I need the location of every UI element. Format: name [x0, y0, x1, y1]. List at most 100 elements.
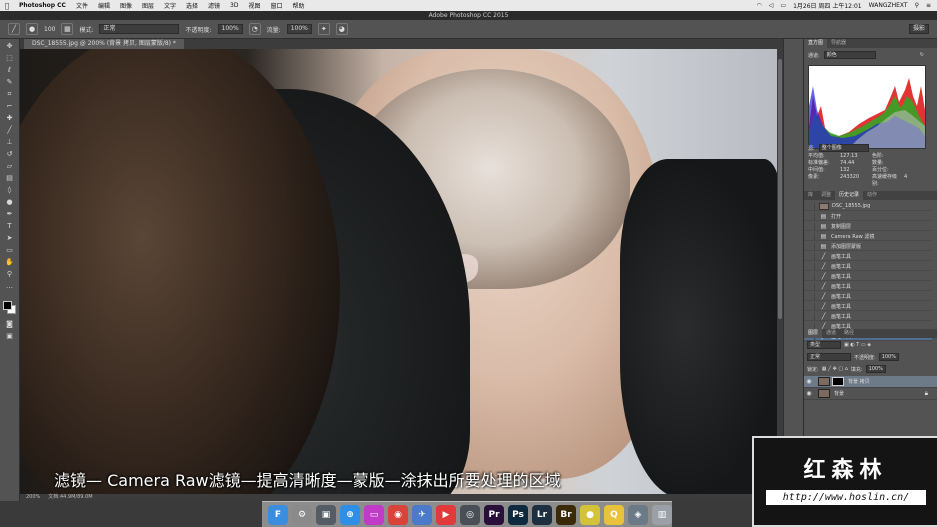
more-tools-icon[interactable]: …	[5, 283, 14, 290]
layer-row-background[interactable]: ◉ 背景 🔒︎	[804, 388, 937, 400]
photoshop-icon[interactable]: Ps	[508, 504, 528, 525]
clock[interactable]: 1月26日 周四 上午12:01	[793, 1, 862, 10]
type-tool-icon[interactable]: T	[5, 223, 14, 230]
mode-select[interactable]: 正常	[99, 24, 180, 34]
apple-icon[interactable]: 	[0, 2, 14, 10]
channel-select[interactable]: 颜色	[823, 51, 876, 59]
history-state[interactable]: ╱ 画笔工具	[804, 282, 932, 291]
shape-tool-icon[interactable]: ▭	[5, 247, 14, 254]
history-state[interactable]: ▤ 打开	[804, 212, 932, 221]
gradient-tool-icon[interactable]: ▤	[5, 175, 14, 182]
menu-file[interactable]: 文件	[71, 1, 93, 10]
photo-icon[interactable]: ▣	[316, 504, 336, 525]
document-tab[interactable]: DSC_18555.jpg @ 200% (背景 拷贝, 图层蒙版/8) *	[24, 39, 184, 49]
history-snapshot[interactable]: DSC_18555.jpg	[804, 202, 932, 211]
brush-tool-icon[interactable]: ╱	[8, 23, 20, 35]
ball-icon[interactable]: ●	[580, 504, 600, 525]
blur-tool-icon[interactable]: ◊	[5, 187, 14, 194]
app-menu[interactable]: Photoshop CC	[14, 2, 71, 9]
history-brush-source[interactable]	[807, 272, 815, 280]
tab-libraries[interactable]: 库	[804, 191, 817, 200]
tab-actions[interactable]: 动作	[863, 191, 881, 200]
tab-history[interactable]: 历史记录	[835, 191, 864, 200]
clone-stamp-tool-icon[interactable]: ⊥	[5, 139, 14, 146]
finder-icon[interactable]: F	[268, 504, 288, 525]
history-brush-tool-icon[interactable]: ↺	[5, 151, 14, 158]
battery-icon[interactable]: ▭	[780, 2, 786, 9]
layer-filter-select[interactable]: 类型	[807, 341, 841, 349]
refresh-icon[interactable]: ↻	[920, 52, 924, 58]
scrollbar-thumb[interactable]	[778, 59, 782, 319]
pressure-size-icon[interactable]: ◕	[335, 23, 348, 35]
spotlight-icon[interactable]: ⚲	[915, 2, 919, 9]
history-state[interactable]: ▤ 复制图层	[804, 222, 932, 231]
menu-window[interactable]: 窗口	[266, 1, 288, 10]
document-canvas[interactable]	[20, 49, 777, 494]
tab-layers[interactable]: 图层	[804, 329, 823, 338]
screen-icon[interactable]: ▭	[364, 504, 384, 525]
history-brush-source[interactable]	[807, 292, 815, 300]
menu-select[interactable]: 选择	[181, 1, 203, 10]
visibility-eye-icon[interactable]: ◉	[804, 378, 814, 385]
history-brush-source[interactable]	[807, 282, 815, 290]
menu-3d[interactable]: 3D	[225, 2, 243, 9]
hand-tool-icon[interactable]: ✋	[5, 259, 14, 266]
layer-opacity-field[interactable]: 100%	[878, 353, 899, 361]
pen-tool-icon[interactable]: ✒	[5, 211, 14, 218]
video-icon[interactable]: ▶	[436, 504, 456, 525]
path-select-tool-icon[interactable]: ➤	[5, 235, 14, 242]
qq-icon[interactable]: Q	[604, 504, 624, 525]
eyedropper-tool-icon[interactable]: ⌐	[5, 103, 14, 110]
history-brush-source[interactable]	[807, 222, 815, 230]
foreground-color-swatch[interactable]	[3, 301, 12, 310]
history-state[interactable]: ▤ Camera Raw 滤镜	[804, 232, 932, 241]
system-prefs-icon[interactable]: ⚙	[292, 504, 312, 525]
brush-preset-icon[interactable]: ●	[26, 23, 38, 35]
marquee-tool-icon[interactable]: ⬚	[5, 55, 14, 62]
flow-field[interactable]: 100%	[286, 24, 312, 34]
trash-icon[interactable]: ▥	[652, 504, 672, 525]
history-state[interactable]: ▤ 添加图层蒙版	[804, 242, 932, 251]
menu-help[interactable]: 帮助	[288, 1, 310, 10]
menu-layer[interactable]: 图层	[137, 1, 159, 10]
history-state[interactable]: ╱ 画笔工具	[804, 272, 932, 281]
notifications-icon[interactable]: ≡	[926, 2, 931, 9]
screen-mode-icon[interactable]: ▣	[5, 333, 14, 340]
zoom-tool-icon[interactable]: ⚲	[5, 271, 14, 278]
mail-icon[interactable]: ✈	[412, 504, 432, 525]
history-brush-source[interactable]	[807, 302, 815, 310]
lock-icons[interactable]: ▦ ╱ ✥ ▢ ⌂	[822, 366, 848, 372]
brush-size[interactable]: 100	[44, 26, 55, 33]
user-name[interactable]: WANGZHEXT	[869, 2, 908, 9]
menu-image[interactable]: 图像	[115, 1, 137, 10]
tab-adjustments[interactable]: 调整	[817, 191, 835, 200]
source-select[interactable]: 整个图像	[818, 144, 869, 152]
layer-mask-thumbnail[interactable]	[832, 377, 844, 386]
history-brush-source[interactable]	[807, 242, 815, 250]
dodge-tool-icon[interactable]: ●	[5, 199, 14, 206]
menu-view[interactable]: 视图	[243, 1, 265, 10]
crop-tool-icon[interactable]: ⌗	[5, 91, 14, 98]
quick-select-tool-icon[interactable]: ✎	[5, 79, 14, 86]
menu-type[interactable]: 文字	[159, 1, 181, 10]
history-state[interactable]: ╱ 画笔工具	[804, 312, 932, 321]
menu-filter[interactable]: 滤镜	[203, 1, 225, 10]
tab-channels[interactable]: 通道	[822, 329, 840, 338]
history-brush-source[interactable]	[807, 252, 815, 260]
history-brush-source[interactable]	[807, 312, 815, 320]
fill-field[interactable]: 100%	[865, 365, 886, 373]
workspace-select[interactable]: 摄影	[908, 24, 929, 34]
history-brush-source[interactable]	[807, 232, 815, 240]
airbrush-icon[interactable]: ✦	[317, 23, 330, 35]
quick-mask-icon[interactable]: ◙	[5, 321, 14, 328]
volume-icon[interactable]: ◁	[769, 2, 774, 9]
opacity-field[interactable]: 100%	[217, 24, 243, 34]
safari-icon[interactable]: ⊕	[340, 504, 360, 525]
blend-mode-select[interactable]: 正常	[807, 353, 851, 361]
history-state[interactable]: ╱ 画笔工具	[804, 252, 932, 261]
pressure-opacity-icon[interactable]: ◔	[248, 23, 261, 35]
history-state[interactable]: ╱ 画笔工具	[804, 302, 932, 311]
lasso-tool-icon[interactable]: ℓ	[5, 67, 14, 74]
eraser-tool-icon[interactable]: ▱	[5, 163, 14, 170]
brush-panel-icon[interactable]: ▦	[61, 23, 74, 35]
